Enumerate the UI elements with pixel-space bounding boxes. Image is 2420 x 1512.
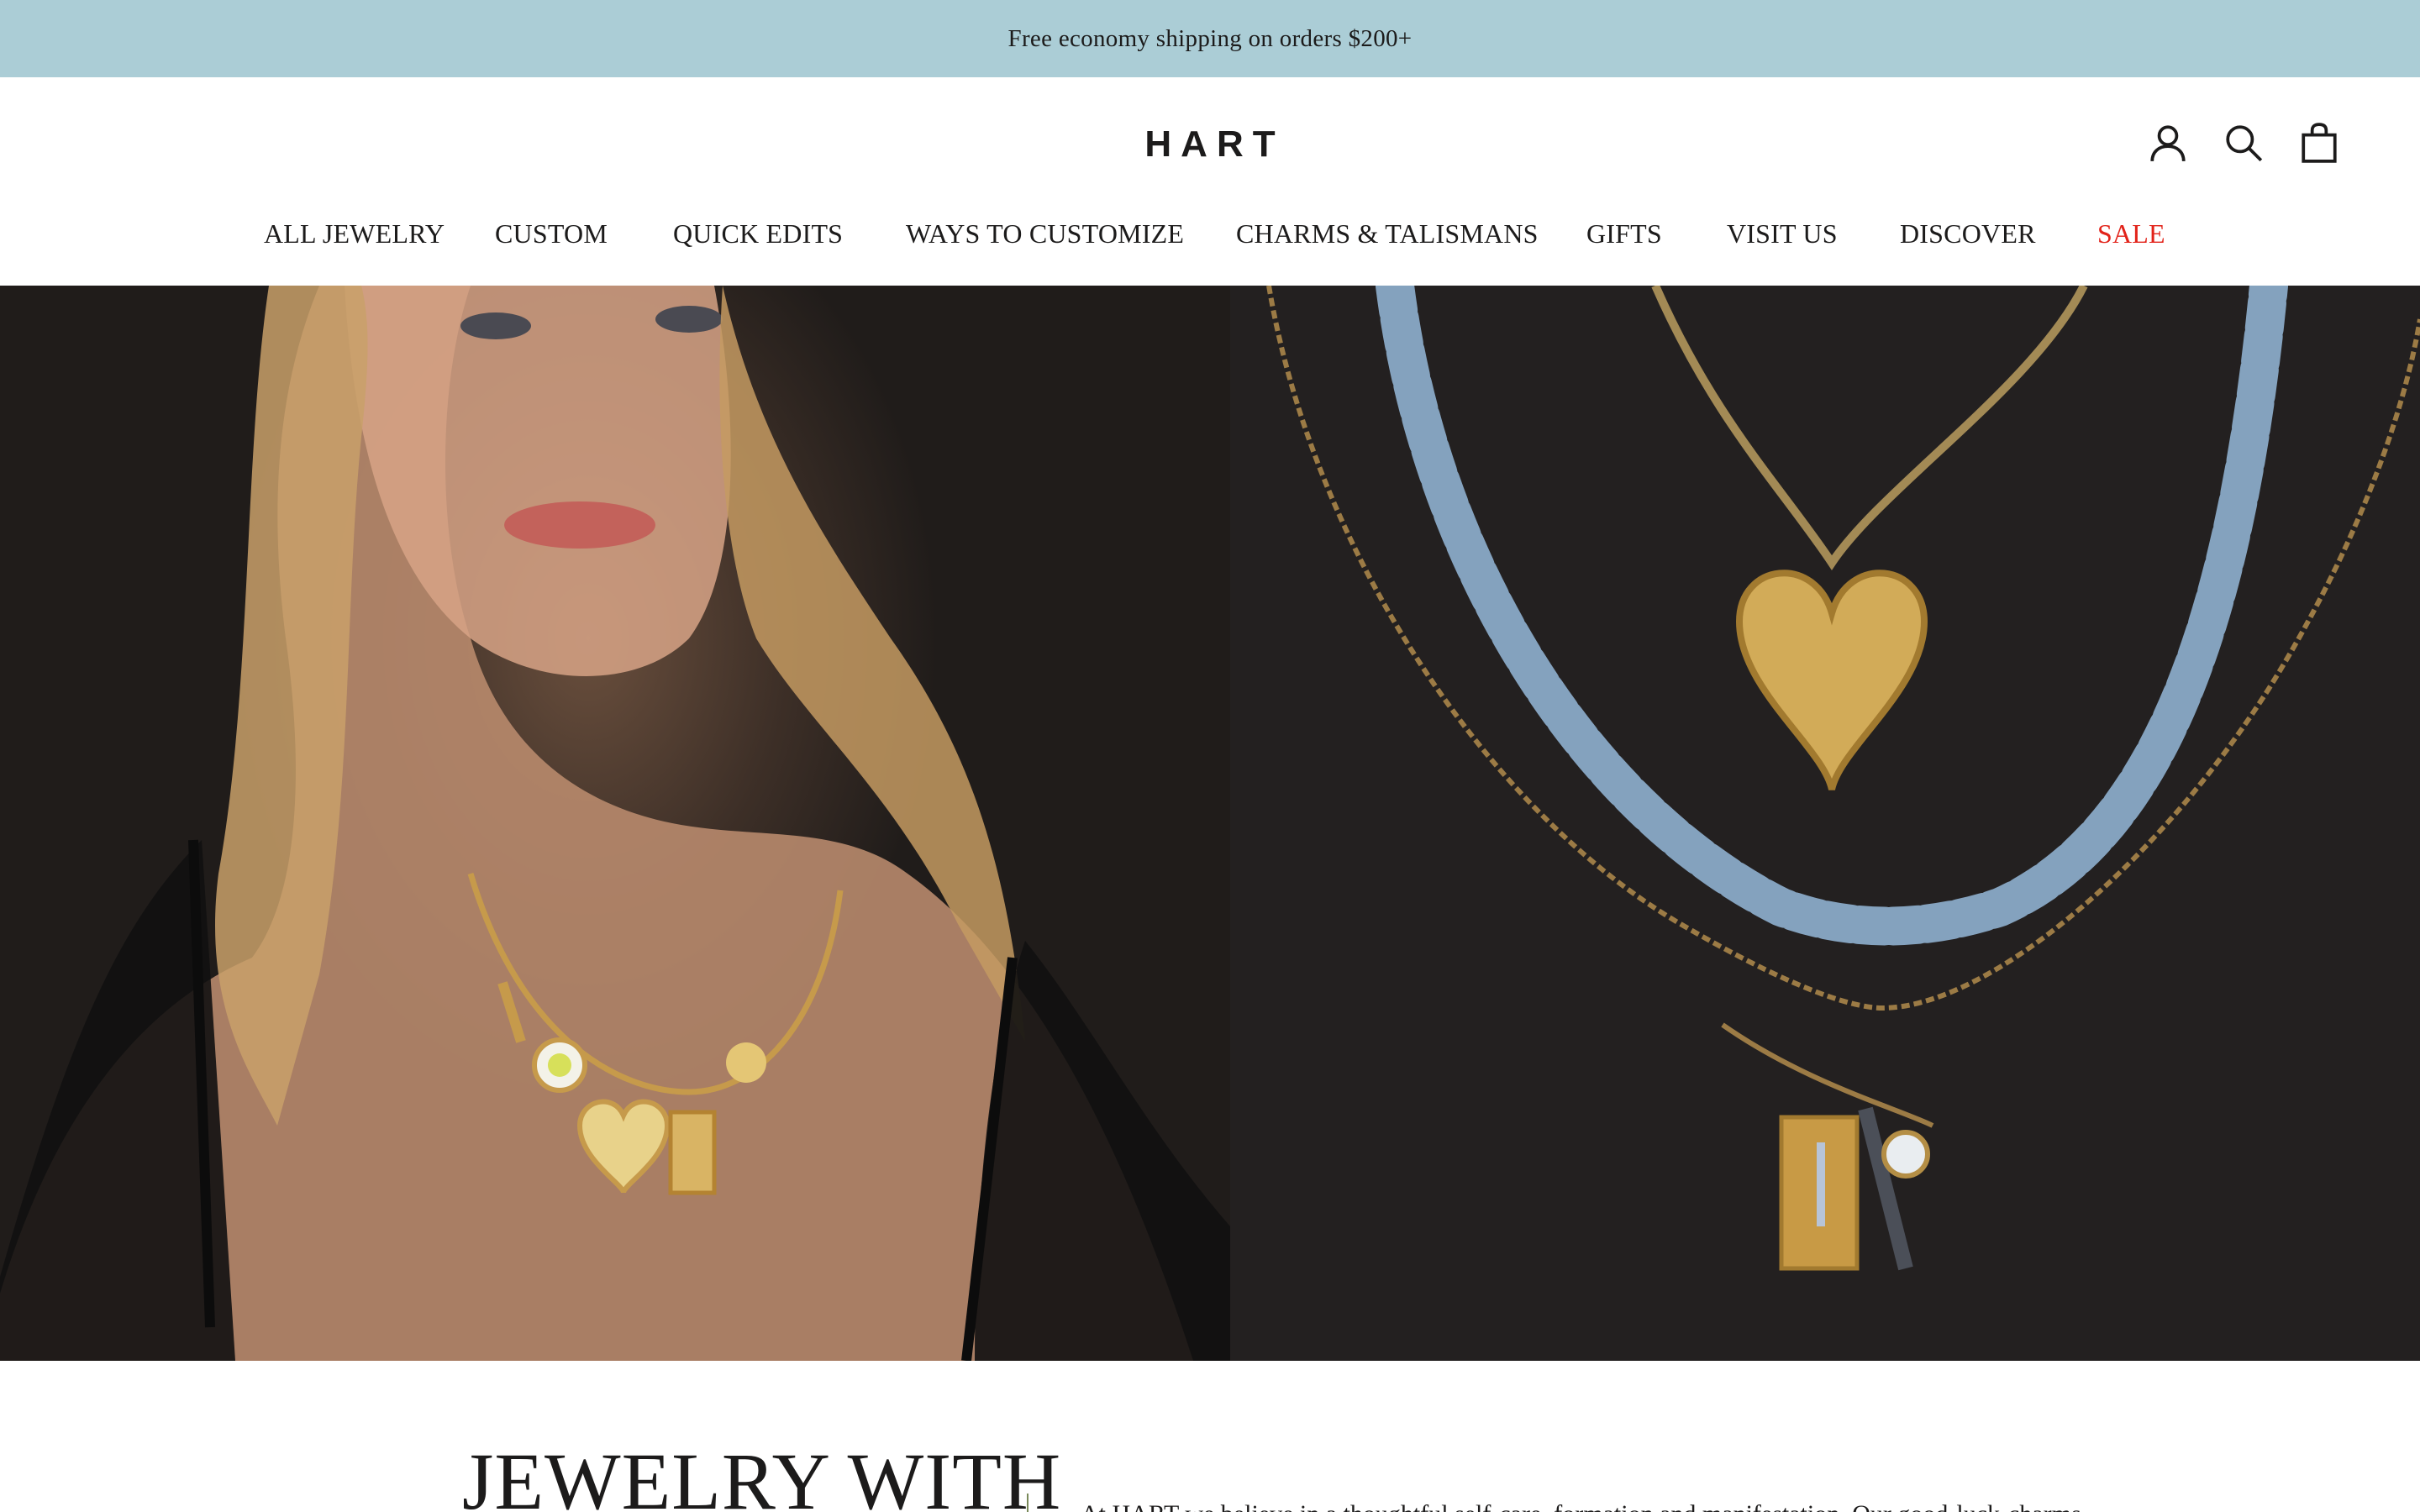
nav-item-visit-us[interactable]: VISIT US — [1727, 218, 1838, 249]
site-header: HART ALL JEWELRY CUSTOM QUICK EDITS WAYS… — [0, 77, 2420, 286]
intro-divider — [1027, 1494, 1028, 1512]
logo-text[interactable]: HART — [1135, 123, 1284, 165]
nav-item-discover[interactable]: DISCOVER — [1900, 218, 2036, 249]
nav-item-all-jewelry[interactable]: ALL JEWELRY — [264, 218, 445, 249]
shopping-bag-icon[interactable] — [2296, 119, 2343, 166]
account-icon[interactable] — [2144, 119, 2191, 166]
announcement-text: Free economy shipping on orders $200+ — [1007, 24, 1413, 52]
logo[interactable]: HART — [0, 123, 2420, 165]
main-nav: ALL JEWELRY CUSTOM QUICK EDITS WAYS TO C… — [0, 218, 2420, 260]
hero-slideshow[interactable] — [0, 286, 2420, 1361]
nav-item-sale[interactable]: SALE — [2097, 218, 2165, 249]
announcement-bar: Free economy shipping on orders $200+ — [0, 0, 2420, 77]
intro-text: At HART we believe in a thoughtful self-… — [1081, 1500, 2081, 1512]
nav-item-gifts[interactable]: GIFTS — [1586, 218, 1662, 249]
nav-item-quick-edits[interactable]: QUICK EDITS — [673, 218, 843, 249]
nav-item-ways-to-customize[interactable]: WAYS TO CUSTOMIZE — [906, 218, 1184, 249]
nav-item-custom[interactable]: CUSTOM — [495, 218, 608, 249]
intro-heading: JEWELRY WITH — [462, 1436, 1062, 1512]
intro-section: JEWELRY WITH At HART we believe in a tho… — [0, 1361, 2420, 1512]
nav-item-charms-talismans[interactable]: CHARMS & TALISMANS — [1236, 218, 1539, 249]
model-figure — [0, 286, 1230, 1361]
hero-illustration — [0, 286, 2420, 1361]
search-icon[interactable] — [2220, 119, 2267, 166]
necklaces — [1266, 286, 2420, 1271]
